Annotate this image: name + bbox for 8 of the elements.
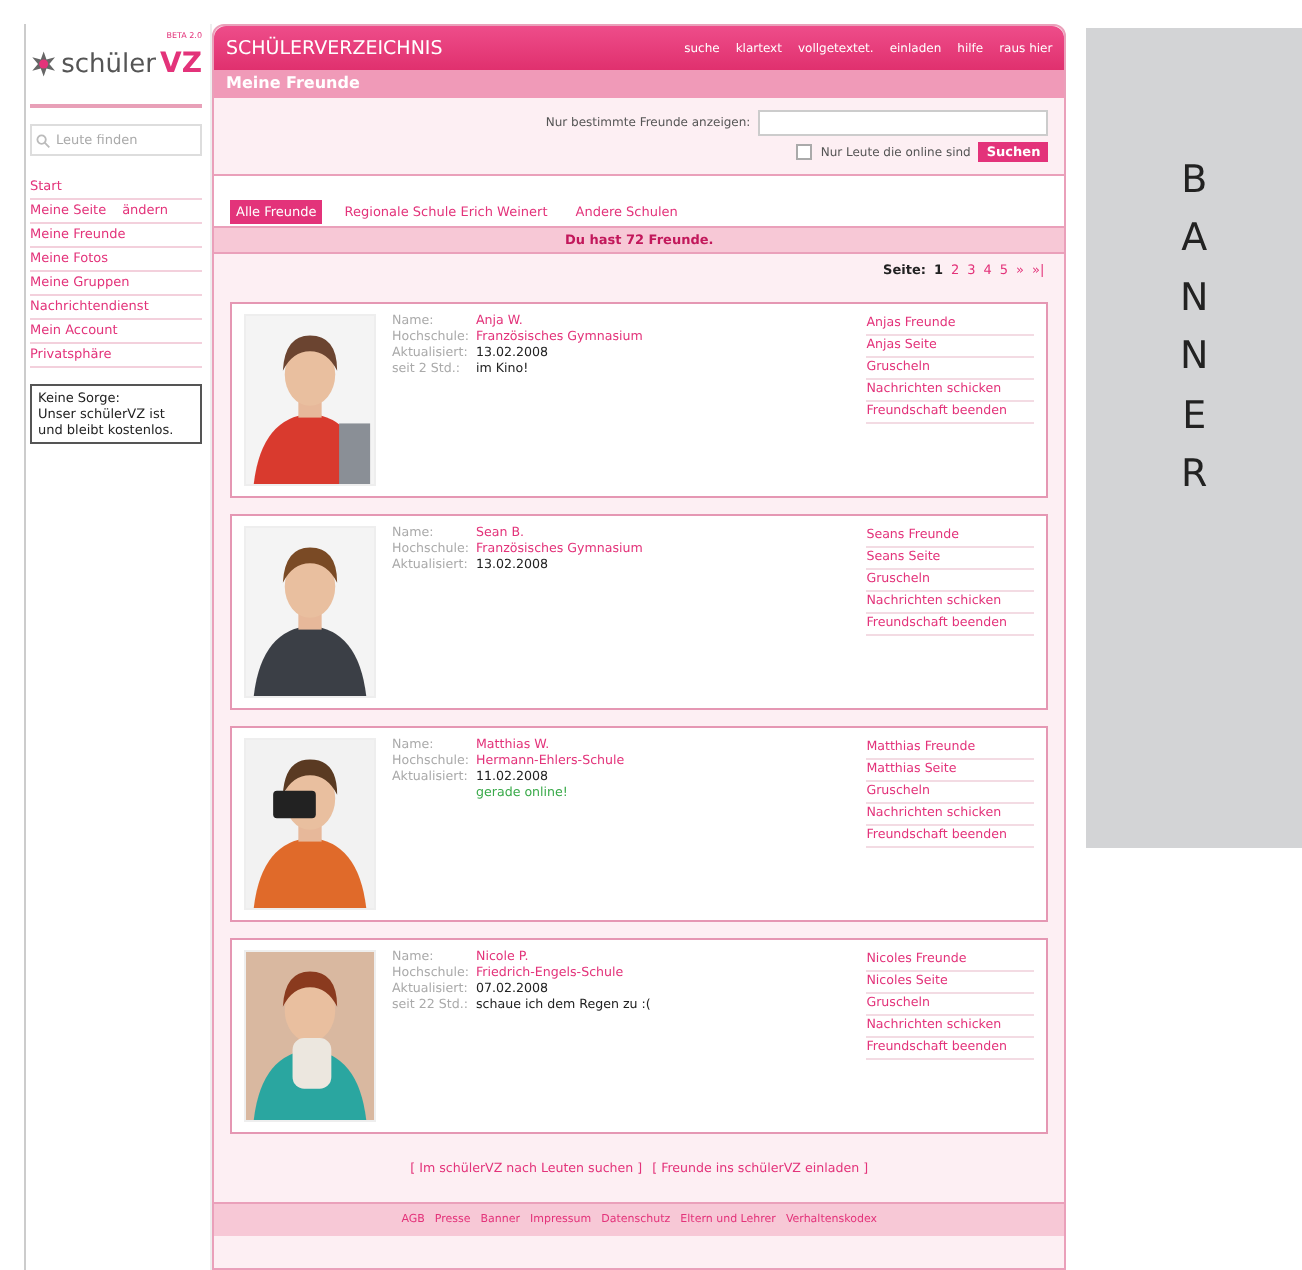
logo-wordmark: schüler [61,51,156,77]
search-icon [36,134,50,148]
banner-text: BANNER [1177,156,1211,501]
page-title: Meine Freunde [214,70,1065,98]
filter-field[interactable] [758,110,1049,136]
site-title: SCHÜLERVERZEICHNIS [226,37,443,59]
logo-mark: VZ [160,50,202,78]
online-checkbox[interactable] [796,144,813,160]
